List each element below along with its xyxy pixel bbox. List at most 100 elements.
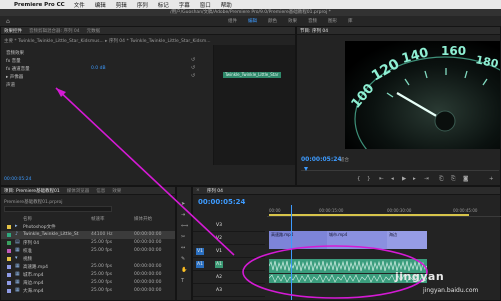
- project-row[interactable]: ▦ 校准 25.00 fps 00:00:00:00: [1, 247, 175, 255]
- timeline-ruler[interactable]: 00:00 00:00:15:00 00:00:30:00 00:00:45:0…: [267, 205, 501, 217]
- hand-tool-icon[interactable]: ✋: [181, 267, 187, 273]
- home-icon[interactable]: ⌂: [6, 18, 14, 25]
- program-timecode[interactable]: 00:00:05:24: [301, 156, 342, 163]
- track-label[interactable]: A3: [215, 287, 223, 294]
- workspace-tab-editing[interactable]: 编辑: [248, 18, 257, 24]
- lift-icon[interactable]: ⎗: [439, 176, 443, 183]
- tab-program-monitor[interactable]: 节目: 序列 04: [300, 28, 328, 34]
- timeline-playhead[interactable]: [291, 205, 292, 300]
- label-color-chip: [7, 257, 11, 261]
- workspace-tab-color[interactable]: 颜色: [268, 18, 277, 24]
- go-to-in-icon[interactable]: ⇤: [379, 176, 384, 182]
- ripple-edit-tool-icon[interactable]: ⟺: [181, 223, 188, 229]
- effect-timeline-area[interactable]: [213, 45, 295, 165]
- project-row[interactable]: ▦ 海边.mp4 25.00 fps 00:00:00:00: [1, 279, 175, 287]
- menu-file[interactable]: 文件: [74, 1, 85, 9]
- section-panner[interactable]: ▸ 声像器: [6, 74, 23, 80]
- label-color-chip: [7, 225, 11, 229]
- effect-controls-timecode[interactable]: 00:00:05:24: [4, 177, 31, 182]
- project-row[interactable]: ▸ Photoshop文件: [1, 223, 175, 231]
- project-row[interactable]: ▾ 视频: [1, 255, 175, 263]
- tab-project[interactable]: 项目: Premiere基础教程01: [4, 188, 60, 194]
- work-area-bar[interactable]: [269, 214, 469, 216]
- slip-tool-icon[interactable]: ↔: [181, 245, 185, 251]
- track-label[interactable]: V1: [215, 248, 223, 255]
- ruler-label: 00:00:30:00: [387, 208, 412, 213]
- program-scrubber[interactable]: [301, 167, 499, 171]
- workspace-tab-audio[interactable]: 音频: [308, 18, 317, 24]
- workspace-tab-graphics[interactable]: 图形: [328, 18, 337, 24]
- video-clip[interactable]: 高速路.mp4: [269, 231, 327, 249]
- tab-sequence[interactable]: 序列 04: [207, 188, 223, 194]
- program-video-frame: 120 140 160 180 100: [345, 41, 500, 149]
- tab-audio-clip-mixer[interactable]: 音频剪辑混合器: 序列 04: [29, 28, 80, 34]
- playhead-marker-icon[interactable]: [301, 167, 499, 172]
- program-monitor-header: 节目: 序列 04: [297, 27, 500, 35]
- panner-value[interactable]: 0.0 dB: [91, 66, 106, 71]
- menu-marker[interactable]: 标记: [158, 1, 169, 9]
- folder-icon: ▸: [15, 223, 18, 229]
- source-patch-a1[interactable]: A1: [196, 261, 204, 268]
- track-label[interactable]: A2: [215, 274, 223, 281]
- add-icon[interactable]: +: [489, 176, 494, 182]
- track-select-tool-icon[interactable]: ⇥: [181, 212, 185, 218]
- project-row[interactable]: ▦ 城市.mp4 25.00 fps 00:00:00:00: [1, 271, 175, 279]
- menu-edit[interactable]: 编辑: [95, 1, 106, 9]
- source-patch-v1[interactable]: V1: [196, 248, 204, 255]
- track-header-v3: V3: [193, 219, 265, 232]
- mark-out-icon[interactable]: }: [367, 176, 371, 182]
- track-header-v2: V2: [193, 232, 265, 245]
- track-label[interactable]: V2: [215, 235, 223, 242]
- step-forward-icon[interactable]: ▸: [413, 176, 416, 182]
- reset-icon[interactable]: ↺: [191, 73, 195, 79]
- column-name[interactable]: 名称: [23, 216, 32, 222]
- app-name[interactable]: Premiere Pro CC: [14, 2, 65, 8]
- label-color-chip: [7, 289, 11, 293]
- video-clip[interactable]: 城市.mp4: [327, 231, 387, 249]
- pen-tool-icon[interactable]: ✎: [181, 256, 185, 262]
- section-volume[interactable]: fx 音量: [6, 58, 21, 64]
- workspace-tab-libraries[interactable]: 库: [348, 18, 353, 24]
- close-tab-icon[interactable]: ×: [196, 188, 200, 193]
- column-media-start[interactable]: 媒体开始: [134, 216, 152, 222]
- project-row[interactable]: ▦ 高速路.mp4 25.00 fps 00:00:00:00: [1, 263, 175, 271]
- mark-in-icon[interactable]: {: [357, 176, 361, 182]
- play-icon[interactable]: ▶: [402, 176, 406, 182]
- menu-sequence[interactable]: 序列: [137, 1, 148, 9]
- track-label[interactable]: A1: [215, 261, 223, 268]
- reset-icon[interactable]: ↺: [191, 57, 195, 63]
- menu-clip[interactable]: 剪辑: [116, 1, 127, 9]
- workspace-tab-effects[interactable]: 效果: [288, 18, 297, 24]
- section-channel-volume[interactable]: fx 通道音量: [6, 66, 30, 72]
- column-frame-rate[interactable]: 帧速率: [91, 216, 105, 222]
- export-frame-icon[interactable]: ◙: [463, 176, 468, 182]
- track-label[interactable]: V3: [215, 222, 223, 229]
- project-search-input[interactable]: [4, 206, 112, 212]
- workspace-tab-assembly[interactable]: 组件: [228, 18, 237, 24]
- zoom-fit-select[interactable]: 适合: [340, 157, 349, 163]
- effect-source-row[interactable]: 主要 * Twinkle_Twinkle_Little_Star_Kidsmus…: [4, 38, 211, 44]
- video-clip[interactable]: 海边: [387, 231, 427, 249]
- menu-title[interactable]: 字幕: [179, 1, 190, 9]
- menu-help[interactable]: 帮助: [221, 1, 232, 9]
- timeline-timecode[interactable]: 00:00:05:24: [198, 198, 245, 206]
- tab-media-browser[interactable]: 媒体浏览器: [67, 188, 90, 194]
- project-row[interactable]: ▦ 大海.mp4 25.00 fps 00:00:00:00: [1, 287, 175, 295]
- reset-icon[interactable]: ↺: [191, 65, 195, 71]
- project-row[interactable]: ▤ 序列 04 25.00 fps 00:00:00:00: [1, 239, 175, 247]
- tab-effect-controls[interactable]: 效果控件: [4, 28, 22, 34]
- razor-tool-icon[interactable]: ✂: [181, 234, 185, 240]
- tab-info[interactable]: 信息: [96, 188, 105, 194]
- section-audio-effects: 音频效果: [6, 51, 24, 56]
- workspace-bar: ⌂ 组件 编辑 颜色 效果 音频 图形 库: [0, 16, 501, 26]
- go-to-out-icon[interactable]: ⇥: [424, 176, 429, 182]
- menu-window[interactable]: 窗口: [200, 1, 211, 9]
- step-back-icon[interactable]: ◂: [391, 176, 394, 182]
- selection-tool-icon[interactable]: ➤: [181, 201, 185, 207]
- type-tool-icon[interactable]: T: [181, 278, 184, 284]
- project-row[interactable]: ♪ Twinkle_Twinkle_Little_St 44100 Hz 00:…: [1, 231, 175, 239]
- extract-icon[interactable]: ⎘: [451, 176, 455, 183]
- tab-effects[interactable]: 效果: [112, 188, 121, 194]
- tab-metadata[interactable]: 元数据: [87, 28, 101, 34]
- effect-clip-chip[interactable]: Twinkle_Twinkle_Little_Star: [223, 72, 281, 78]
